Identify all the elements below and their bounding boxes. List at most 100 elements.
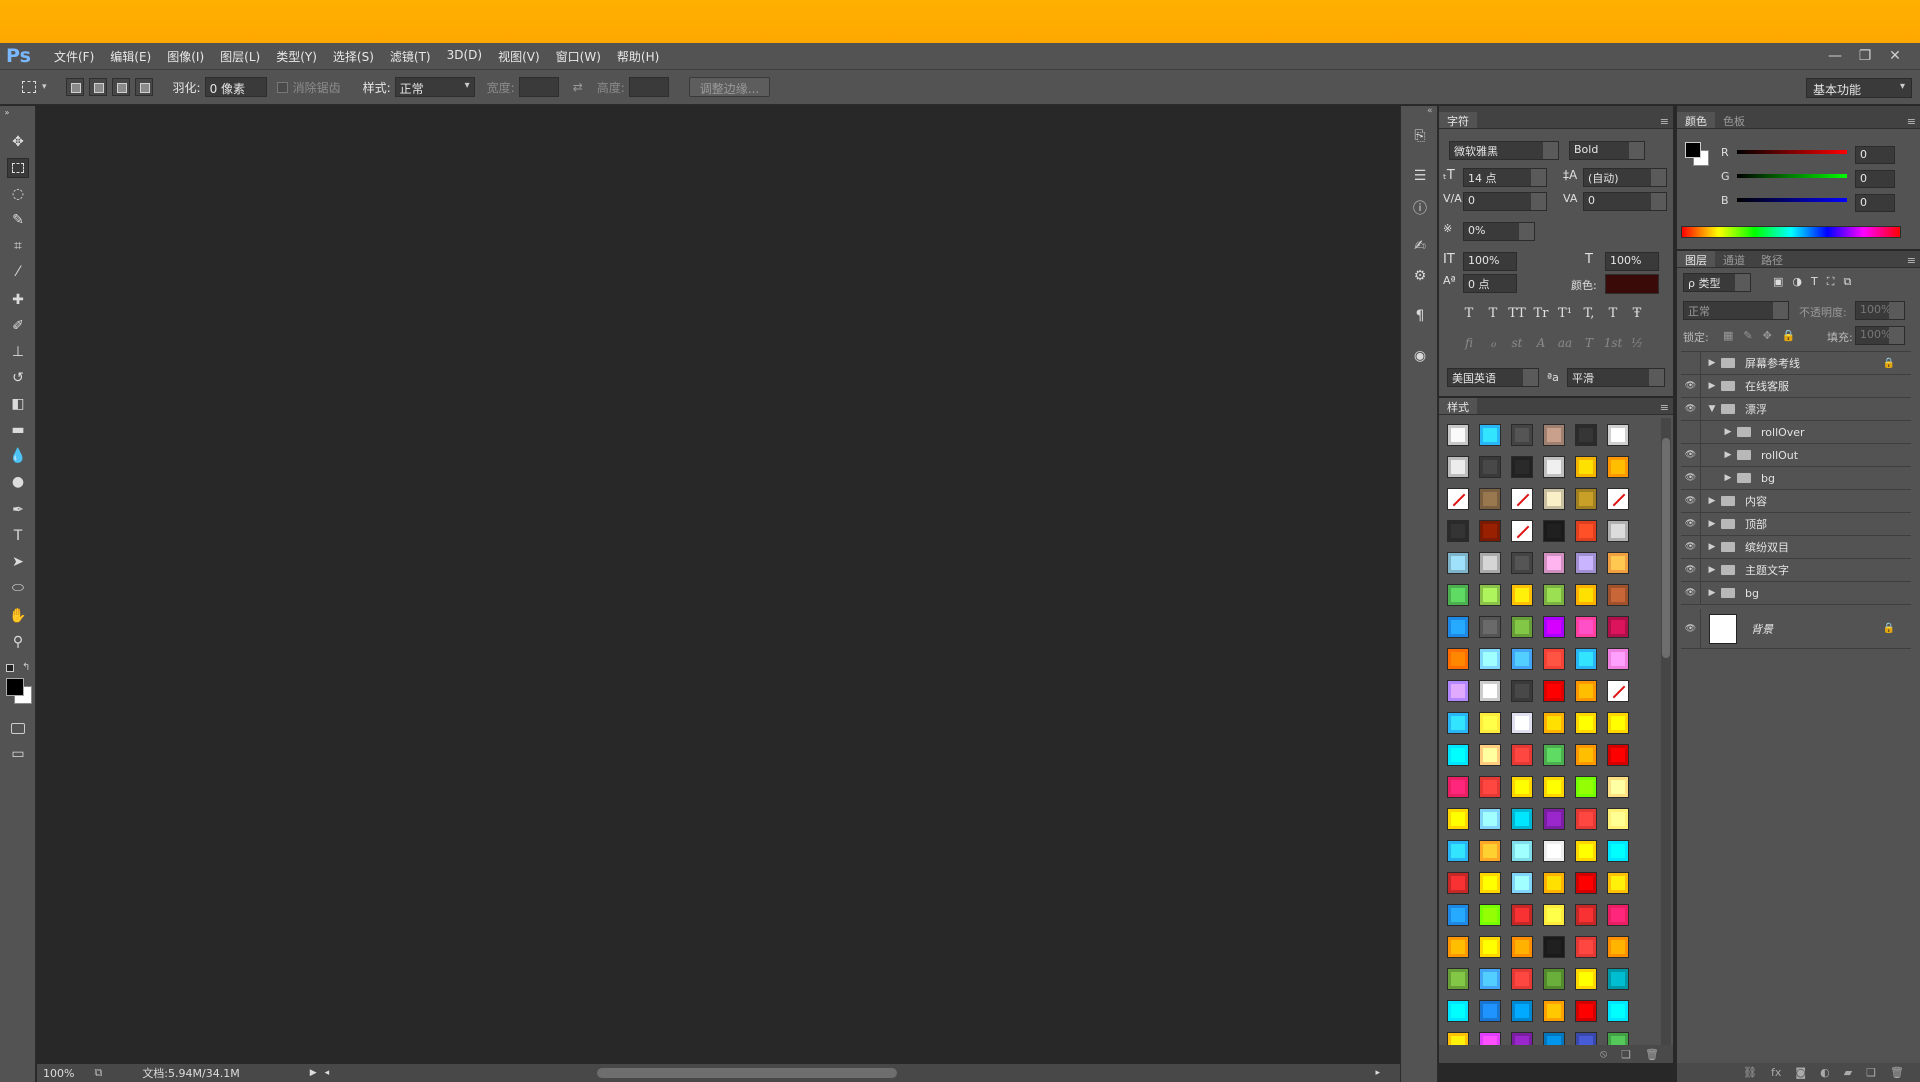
layer-filter-select[interactable]: ρ 类型	[1683, 273, 1751, 292]
filter-adjustment-icon[interactable]: ◑	[1792, 275, 1802, 289]
style-swatch[interactable]	[1543, 968, 1565, 990]
style-swatch[interactable]	[1575, 904, 1597, 926]
style-swatch[interactable]	[1511, 488, 1533, 510]
type-style-button-6[interactable]: T	[1601, 306, 1625, 321]
style-swatch[interactable]	[1543, 744, 1565, 766]
path-selection-tool-icon[interactable]: ➤	[7, 552, 29, 572]
style-swatch[interactable]	[1447, 968, 1469, 990]
style-swatch[interactable]	[1479, 776, 1501, 798]
adjustments-panel-icon[interactable]: ⚙	[1410, 268, 1430, 288]
style-swatch[interactable]	[1575, 520, 1597, 542]
feather-input[interactable]: 0 像素	[204, 77, 267, 97]
history-brush-tool-icon[interactable]: ↺	[7, 368, 29, 388]
style-swatch[interactable]	[1575, 936, 1597, 958]
blur-tool-icon[interactable]: 💧	[7, 446, 29, 466]
new-selection-icon[interactable]	[65, 78, 84, 96]
swap-dimensions-icon[interactable]: ⇄	[573, 80, 583, 94]
baseline-shift-input[interactable]: 0 点	[1463, 274, 1517, 293]
style-swatch[interactable]	[1543, 936, 1565, 958]
filter-smart-object-icon[interactable]: ⧉	[1843, 275, 1851, 289]
style-swatch[interactable]	[1543, 584, 1565, 606]
style-swatch[interactable]	[1511, 1000, 1533, 1022]
collapsed-triangle-icon[interactable]: ▶	[1721, 427, 1735, 437]
layer-visibility-icon[interactable]	[1681, 351, 1701, 375]
layer-row[interactable]: 👁 ▶ 在线客服	[1681, 374, 1911, 398]
layer-visibility-icon[interactable]: 👁	[1681, 608, 1701, 649]
blend-mode-select[interactable]: 正常	[1683, 301, 1789, 320]
style-swatch[interactable]	[1479, 584, 1501, 606]
layer-visibility-icon[interactable]: 👁	[1681, 489, 1701, 513]
style-swatch[interactable]	[1543, 488, 1565, 510]
layer-row[interactable]: 👁 ▶ 内容	[1681, 489, 1911, 513]
rectangular-marquee-tool-icon[interactable]	[7, 158, 29, 178]
style-swatch[interactable]	[1447, 1000, 1469, 1022]
blue-value[interactable]: 0	[1855, 194, 1895, 212]
layers-panel-menu-icon[interactable]: ≡	[1907, 254, 1916, 267]
quick-selection-tool-icon[interactable]: ✎	[7, 210, 29, 230]
style-swatch[interactable]	[1479, 616, 1501, 638]
style-swatch[interactable]	[1479, 840, 1501, 862]
style-swatch[interactable]	[1447, 936, 1469, 958]
style-swatch[interactable]	[1447, 552, 1469, 574]
layer-visibility-icon[interactable]: 👁	[1681, 558, 1701, 582]
paragraph-panel-icon[interactable]: ¶	[1410, 308, 1430, 328]
font-weight-select[interactable]: Bold	[1569, 141, 1645, 160]
scroll-left-icon[interactable]: ◂	[325, 1068, 330, 1078]
layer-row[interactable]: 👁 ▼ 漂浮	[1681, 397, 1911, 421]
opentype-button-3[interactable]: A	[1529, 336, 1553, 350]
scroll-right-icon[interactable]: ▸	[1375, 1068, 1380, 1078]
style-swatch[interactable]	[1607, 680, 1629, 702]
style-swatch[interactable]	[1607, 424, 1629, 446]
layer-style-fx-icon[interactable]: fx	[1771, 1066, 1781, 1079]
eraser-tool-icon[interactable]: ◧	[7, 394, 29, 414]
preset-dropdown-icon[interactable]: ▾	[42, 82, 47, 92]
style-swatch[interactable]	[1543, 1000, 1565, 1022]
gradient-tool-icon[interactable]: ▬	[7, 420, 29, 440]
lock-all-icon[interactable]: 🔒	[1782, 329, 1796, 342]
zoom-tool-icon[interactable]: ⚲	[7, 632, 29, 652]
antialias-checkbox[interactable]	[276, 81, 288, 93]
lock-transparency-icon[interactable]: ▦	[1723, 329, 1733, 342]
collapse-toolbar-icon[interactable]: »	[2, 108, 12, 117]
layer-row[interactable]: ▶ 屏幕参考线 🔒	[1681, 351, 1911, 375]
style-swatch[interactable]	[1607, 616, 1629, 638]
style-swatch[interactable]	[1607, 552, 1629, 574]
tab-color[interactable]: 颜色	[1677, 112, 1715, 128]
document-canvas[interactable]	[37, 106, 1400, 1064]
tab-styles[interactable]: 样式	[1439, 398, 1477, 414]
style-swatch[interactable]	[1479, 648, 1501, 670]
style-swatch[interactable]	[1511, 968, 1533, 990]
style-swatch[interactable]	[1607, 520, 1629, 542]
style-swatch[interactable]	[1607, 648, 1629, 670]
menu-0[interactable]: 文件(F)	[46, 48, 102, 65]
style-swatch[interactable]	[1511, 872, 1533, 894]
style-swatch[interactable]	[1511, 936, 1533, 958]
style-swatch[interactable]	[1607, 872, 1629, 894]
tab-character[interactable]: 字符	[1439, 112, 1477, 128]
opentype-button-0[interactable]: fi	[1457, 336, 1481, 350]
style-swatch[interactable]	[1607, 488, 1629, 510]
zoom-level[interactable]: 100%	[43, 1067, 74, 1080]
style-swatch[interactable]	[1575, 488, 1597, 510]
style-swatch[interactable]	[1447, 808, 1469, 830]
green-slider[interactable]	[1737, 174, 1847, 178]
style-swatch[interactable]	[1479, 456, 1501, 478]
dodge-tool-icon[interactable]: ●	[7, 472, 29, 492]
tab-swatches[interactable]: 色板	[1715, 112, 1753, 128]
style-swatch[interactable]	[1575, 552, 1597, 574]
crop-tool-icon[interactable]: ⌗	[7, 236, 29, 256]
color-foreground-swatch[interactable]	[1685, 142, 1701, 158]
style-swatch[interactable]	[1575, 744, 1597, 766]
layer-visibility-icon[interactable]: 👁	[1681, 466, 1701, 490]
layer-row[interactable]: 👁 ▶ 顶部	[1681, 512, 1911, 536]
new-group-icon[interactable]: ▰	[1844, 1066, 1852, 1079]
style-swatch[interactable]	[1447, 648, 1469, 670]
style-swatch[interactable]	[1511, 584, 1533, 606]
add-to-selection-icon[interactable]	[88, 78, 107, 96]
menu-4[interactable]: 类型(Y)	[268, 48, 325, 65]
style-swatch[interactable]	[1511, 712, 1533, 734]
menu-3[interactable]: 图层(L)	[212, 48, 268, 65]
layer-row[interactable]: 👁 ▶ 缤纷双目	[1681, 535, 1911, 559]
layer-row[interactable]: 👁 ▶ bg	[1681, 581, 1911, 605]
style-swatch[interactable]	[1511, 840, 1533, 862]
